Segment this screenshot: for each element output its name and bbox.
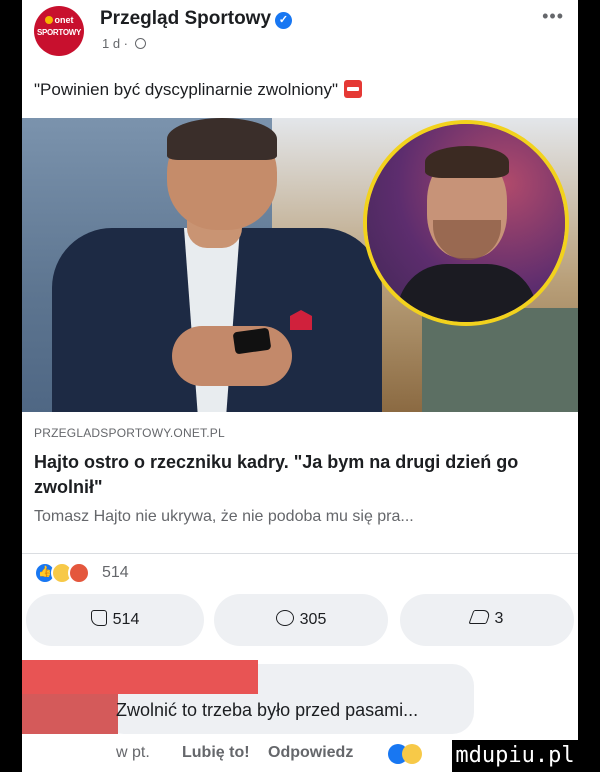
comment-count: 305 — [299, 611, 327, 628]
comment-button[interactable]: 305 — [214, 594, 388, 646]
facebook-post: onet SPORTOWY Przegląd Sportowy ✓ 1 d · •… — [22, 0, 578, 772]
link-domain: PRZEGLADSPORTOWY.ONET.PL — [34, 426, 225, 440]
thumbs-up-icon — [90, 610, 107, 626]
page-avatar[interactable]: onet SPORTOWY — [34, 6, 84, 56]
watermark: mdupiu.pl — [452, 740, 578, 772]
like-button[interactable]: 514 — [26, 594, 204, 646]
haha-icon — [402, 744, 422, 764]
comment-like-link[interactable]: Lubię to! — [182, 744, 250, 762]
like-count: 514 — [112, 611, 140, 628]
link-title: Hajto ostro o rzeczniku kadry. "Ja bym n… — [34, 452, 519, 497]
post-text: "Powinien być dyscyplinarnie zwolniony" — [34, 80, 363, 100]
more-options-icon[interactable]: ••• — [542, 6, 564, 27]
post-meta: 1 d · — [102, 36, 146, 51]
inset-portrait — [363, 120, 569, 326]
share-button[interactable]: 3 — [400, 594, 574, 646]
link-preview[interactable]: PRZEGLADSPORTOWY.ONET.PL Hajto ostro o r… — [22, 412, 578, 554]
page-name-link[interactable]: Przegląd Sportowy ✓ — [100, 8, 293, 30]
link-description: Tomasz Hajto nie ukrywa, że nie podoba m… — [34, 508, 414, 525]
avatar-logo-text: SPORTOWY — [36, 28, 82, 37]
stop-sign-icon — [344, 80, 363, 98]
share-count: 3 — [494, 610, 504, 627]
redaction-bar — [22, 660, 258, 694]
post-time[interactable]: 1 d · — [102, 36, 128, 51]
comment-icon — [275, 610, 294, 626]
comment-text: Zwolnić to trzeba było przed pasami... — [116, 700, 419, 720]
globe-icon — [134, 38, 146, 49]
comment-reply-link[interactable]: Odpowiedz — [268, 744, 353, 762]
angry-icon — [68, 562, 90, 584]
link-preview-image[interactable] — [22, 118, 578, 412]
reaction-count: 514 — [102, 564, 129, 581]
post-header: onet SPORTOWY Przegląd Sportowy ✓ 1 d · •… — [22, 0, 578, 64]
comment-time[interactable]: w pt. — [116, 744, 150, 762]
avatar-logo: onet — [34, 15, 84, 25]
share-icon — [467, 610, 492, 624]
verified-badge-icon: ✓ — [275, 12, 293, 29]
